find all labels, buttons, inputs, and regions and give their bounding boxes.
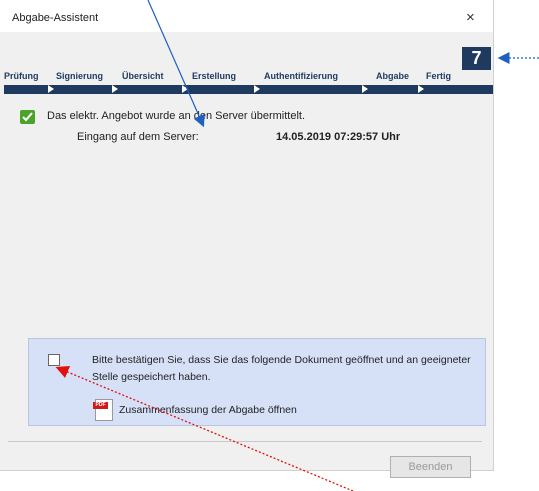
annotation-overlay [55, 0, 539, 491]
annotation-arrow-red [55, 366, 354, 491]
annotation-arrow-blue-top [147, 0, 205, 128]
